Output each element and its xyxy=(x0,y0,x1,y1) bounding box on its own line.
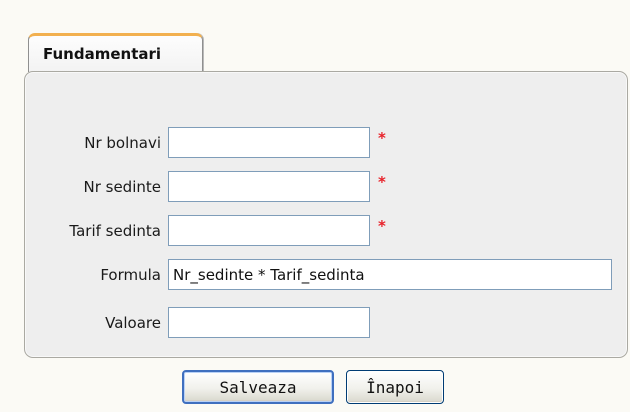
back-button[interactable]: Înapoi xyxy=(346,370,444,404)
tarif-sedinta-required-mark: * xyxy=(378,217,386,235)
save-button[interactable]: Salveaza xyxy=(182,370,334,404)
tab-label: Fundamentari xyxy=(43,45,162,63)
valoare-label: Valoare xyxy=(105,314,161,332)
nr-sedinte-required-mark: * xyxy=(378,173,386,191)
formula-label: Formula xyxy=(100,266,161,284)
nr-bolnavi-field[interactable] xyxy=(168,127,370,158)
tarif-sedinta-field[interactable] xyxy=(168,215,370,246)
nr-bolnavi-required-mark: * xyxy=(378,129,386,147)
nr-bolnavi-label: Nr bolnavi xyxy=(84,134,161,152)
nr-sedinte-field[interactable] xyxy=(168,171,370,202)
formula-field[interactable] xyxy=(168,259,612,290)
nr-sedinte-label: Nr sedinte xyxy=(83,178,161,196)
valoare-field[interactable] xyxy=(168,307,370,338)
page: Fundamentari Nr bolnavi * Nr sedinte * T… xyxy=(0,0,630,412)
tarif-sedinta-label: Tarif sedinta xyxy=(69,222,161,240)
tab-fundamentari[interactable]: Fundamentari xyxy=(28,33,203,72)
